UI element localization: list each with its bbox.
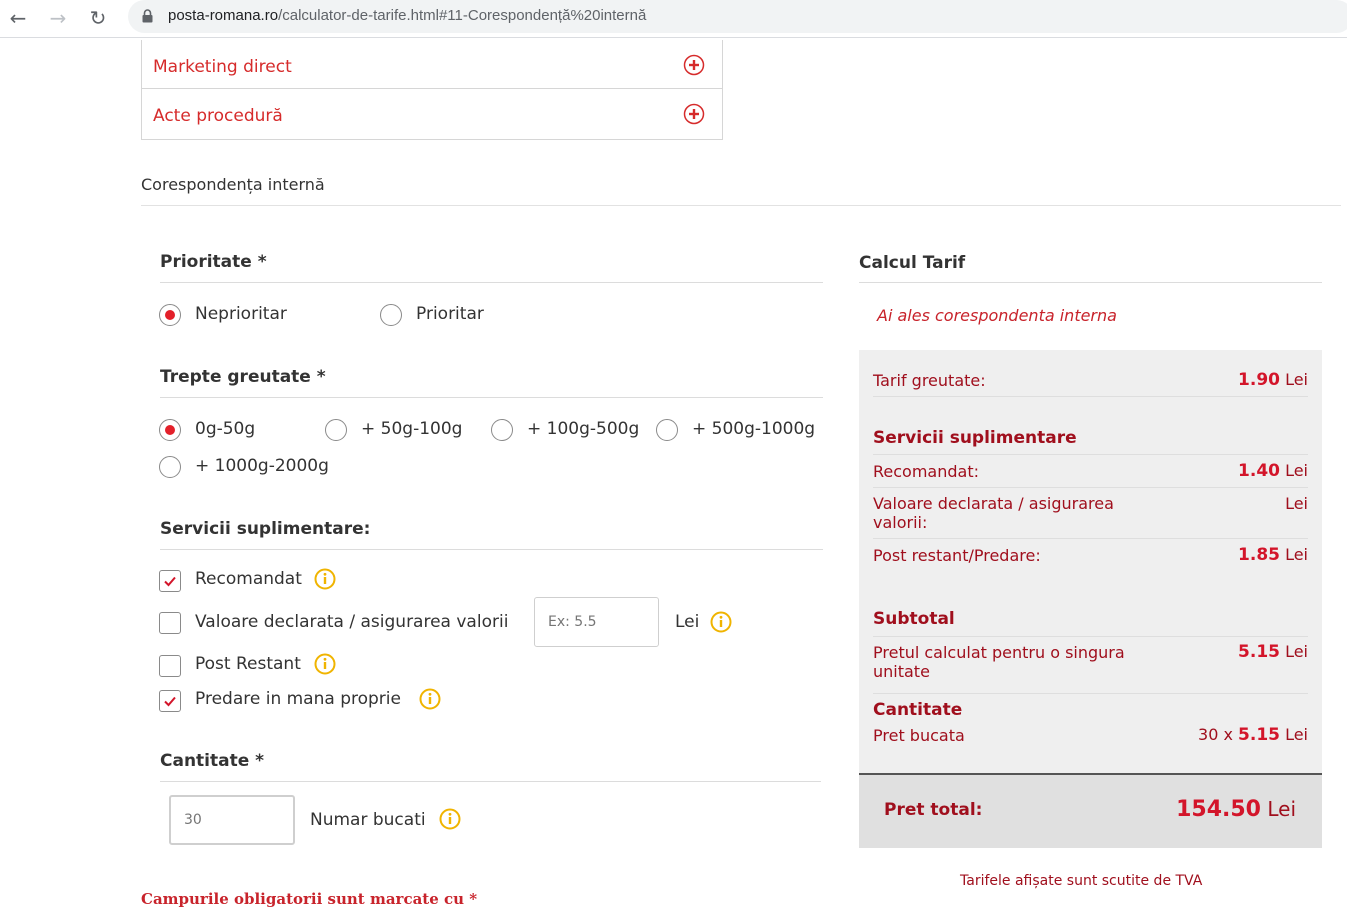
cantitate-input[interactable] (169, 795, 295, 845)
radio-label: + 500g-1000g (692, 419, 816, 439)
info-icon[interactable] (418, 687, 442, 711)
section-title: Corespondența internă (141, 175, 325, 194)
valoare-value: Lei (1285, 494, 1308, 513)
divider (873, 636, 1308, 637)
pret-bucata-value: 30 x 5.15 Lei (1198, 725, 1308, 745)
prioritate-heading: Prioritate * (160, 252, 267, 272)
valoare-label: Valoare declarata / asigurarea valorii: (873, 494, 1114, 532)
servicii-heading: Servicii suplimentare: (160, 519, 371, 539)
radio-100-500g[interactable] (491, 419, 513, 441)
checkbox-valoare-declarata[interactable] (159, 612, 181, 634)
checkbox-label: Post Restant (195, 654, 301, 674)
divider (873, 693, 1308, 694)
radio-prioritar[interactable] (380, 304, 402, 326)
divider (873, 396, 1308, 397)
pret-unitate-value: 5.15 Lei (1238, 642, 1308, 662)
radio-1000-2000g[interactable] (159, 456, 181, 478)
divider (141, 205, 1341, 206)
greutate-heading: Trepte greutate * (160, 367, 326, 387)
valoare-unit-label: Lei (675, 612, 700, 632)
checkmark-icon (164, 696, 176, 707)
info-icon[interactable] (438, 807, 462, 831)
radio-label: 0g-50g (195, 419, 256, 439)
info-icon[interactable] (709, 610, 733, 634)
info-icon[interactable] (313, 652, 337, 676)
divider (873, 538, 1308, 539)
lock-icon (142, 9, 153, 23)
calc-choice-text: Ai ales corespondenta interna (877, 306, 1117, 325)
divider (160, 781, 821, 782)
accordion-label: Acte procedură (153, 106, 283, 126)
info-icon[interactable] (313, 567, 337, 591)
radio-label: Neprioritar (195, 304, 287, 324)
checkbox-predare-mana-proprie[interactable] (159, 690, 181, 712)
accordion-label: Marketing direct (153, 57, 292, 77)
reload-icon[interactable]: ↻ (84, 4, 112, 32)
category-accordion: Marketing direct Acte procedură (141, 40, 723, 140)
accordion-item-acte-procedura[interactable]: Acte procedură (142, 89, 722, 138)
total-label: Pret total: (884, 800, 983, 820)
pret-unitate-label: Pretul calculat pentru o singura unitate (873, 643, 1125, 681)
radio-label: + 50g-100g (361, 419, 463, 439)
plus-circle-icon[interactable] (683, 103, 705, 125)
tarif-greutate-label: Tarif greutate: (873, 371, 986, 390)
required-fields-note: Campurile obligatorii sunt marcate cu * (141, 890, 478, 908)
tariff-summary-box: Tarif greutate: 1.90 Lei Servicii suplim… (859, 350, 1322, 848)
servicii-group-title: Servicii suplimentare (873, 428, 1077, 448)
cantitate-heading: Cantitate * (160, 751, 265, 771)
divider (873, 454, 1308, 455)
checkbox-label: Valoare declarata / asigurarea valorii (195, 612, 509, 632)
checkbox-label: Predare in mana proprie (195, 689, 401, 709)
radio-500-1000g[interactable] (656, 419, 678, 441)
divider (859, 282, 1322, 283)
browser-toolbar: ← → ↻ posta-romana.ro/calculator-de-tari… (0, 0, 1347, 38)
plus-circle-icon[interactable] (683, 54, 705, 76)
calc-title: Calcul Tarif (859, 253, 966, 273)
radio-50-100g[interactable] (325, 419, 347, 441)
divider (160, 282, 823, 283)
total-value: 154.50 Lei (1176, 797, 1296, 822)
forward-arrow-icon[interactable]: → (44, 4, 72, 32)
divider (160, 549, 823, 550)
checkbox-recomandat[interactable] (159, 570, 181, 592)
post-restant-value: 1.85 Lei (1238, 545, 1308, 565)
url-text: posta-romana.ro/calculator-de-tarife.htm… (168, 7, 647, 24)
radio-neprioritar[interactable] (159, 304, 181, 326)
cantitate-group-title: Cantitate (873, 700, 963, 720)
pret-bucata-label: Pret bucata (873, 726, 965, 745)
subtotal-title: Subtotal (873, 609, 955, 629)
address-bar[interactable]: posta-romana.ro/calculator-de-tarife.htm… (128, 0, 1347, 33)
radio-label: Prioritar (416, 304, 484, 324)
radio-label: + 100g-500g (527, 419, 640, 439)
total-box: Pret total: 154.50 Lei (859, 773, 1322, 848)
back-arrow-icon[interactable]: ← (4, 4, 32, 32)
checkbox-post-restant[interactable] (159, 655, 181, 677)
divider (160, 397, 823, 398)
post-restant-label: Post restant/Predare: (873, 546, 1041, 565)
tva-note: Tarifele afișate sunt scutite de TVA (960, 873, 1203, 889)
recomandat-label: Recomandat: (873, 462, 979, 481)
checkmark-icon (164, 576, 176, 587)
divider (873, 487, 1308, 488)
checkbox-label: Recomandat (195, 569, 302, 589)
radio-0-50g[interactable] (159, 419, 181, 441)
accordion-item-marketing-direct[interactable]: Marketing direct (142, 40, 722, 89)
numar-bucati-label: Numar bucati (310, 810, 426, 830)
tarif-greutate-value: 1.90 Lei (1238, 370, 1308, 390)
recomandat-value: 1.40 Lei (1238, 461, 1308, 481)
radio-label: + 1000g-2000g (195, 456, 329, 476)
valoare-declarata-input[interactable] (534, 597, 659, 647)
